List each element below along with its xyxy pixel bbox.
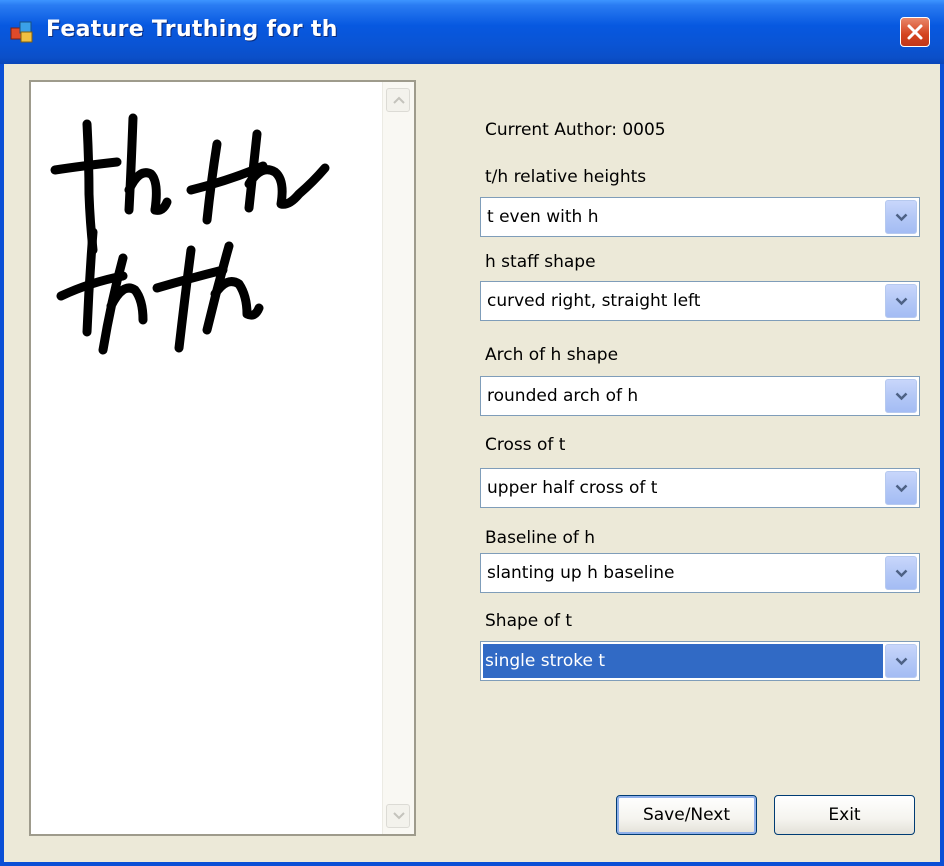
exit-button[interactable]: Exit: [774, 795, 915, 835]
dropdown-button[interactable]: [885, 200, 917, 234]
dropdown-button[interactable]: [885, 284, 917, 318]
feature-label-relative-heights: t/h relative heights: [485, 167, 647, 187]
shape-of-t-dropdown[interactable]: single stroke t: [480, 641, 920, 681]
cross-of-t-dropdown[interactable]: upper half cross of t: [480, 468, 920, 508]
feature-truthing-window: Feature Truthing for th Current Author: …: [0, 0, 944, 866]
baseline-of-h-value: slanting up h baseline: [487, 563, 675, 583]
chevron-down-icon: [895, 657, 908, 666]
chevron-down-icon: [895, 213, 908, 222]
window-title: Feature Truthing for th: [46, 17, 338, 42]
baseline-of-h-dropdown[interactable]: slanting up h baseline: [480, 553, 920, 593]
dropdown-button[interactable]: [885, 556, 917, 590]
chevron-down-icon: [895, 569, 908, 578]
dropdown-button[interactable]: [885, 644, 917, 678]
dropdown-button[interactable]: [885, 379, 917, 413]
feature-label-shape-of-t: Shape of t: [485, 611, 573, 631]
relative-heights-dropdown[interactable]: t even with h: [480, 197, 920, 237]
chevron-down-icon: [895, 484, 908, 493]
chevron-up-icon: [393, 96, 405, 104]
scroll-up-button[interactable]: [386, 88, 410, 112]
dropdown-button[interactable]: [885, 471, 917, 505]
shape-of-t-value: single stroke t: [485, 651, 606, 671]
relative-heights-value: t even with h: [487, 207, 599, 227]
cross-of-t-value: upper half cross of t: [487, 478, 658, 498]
chevron-down-icon: [393, 812, 405, 820]
title-bar[interactable]: Feature Truthing for th: [0, 0, 944, 64]
app-icon: [10, 21, 33, 43]
vertical-scrollbar[interactable]: [382, 82, 414, 834]
current-author-label: Current Author: 0005: [485, 120, 666, 140]
chevron-down-icon: [895, 297, 908, 306]
scroll-down-button[interactable]: [386, 804, 410, 828]
close-icon: [907, 24, 923, 40]
chevron-down-icon: [895, 392, 908, 401]
handwriting-sample-image: [50, 113, 330, 355]
arch-shape-value: rounded arch of h: [487, 386, 639, 406]
arch-shape-dropdown[interactable]: rounded arch of h: [480, 376, 920, 416]
staff-shape-dropdown[interactable]: curved right, straight left: [480, 281, 920, 321]
staff-shape-value: curved right, straight left: [487, 291, 701, 311]
feature-label-cross-of-t: Cross of t: [485, 435, 566, 455]
close-button[interactable]: [900, 17, 930, 47]
save-next-button[interactable]: Save/Next: [616, 795, 757, 835]
feature-label-baseline-of-h: Baseline of h: [485, 528, 596, 548]
handwriting-image-panel[interactable]: [29, 80, 416, 836]
feature-label-arch-shape: Arch of h shape: [485, 345, 619, 365]
feature-label-staff-shape: h staff shape: [485, 252, 596, 272]
